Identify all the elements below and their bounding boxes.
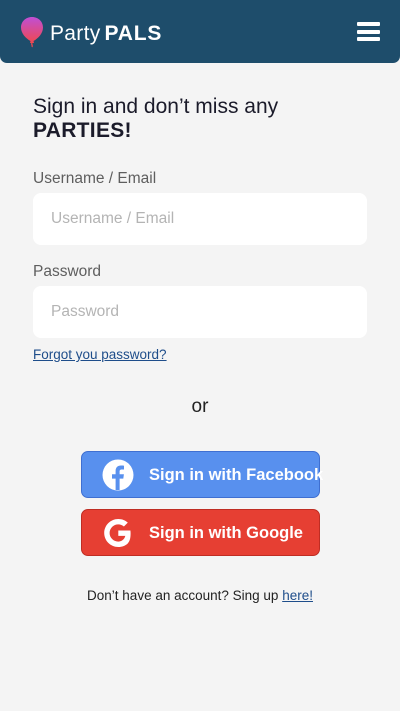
brand-name-bold: PALS [104,22,163,45]
username-input[interactable] [33,193,367,245]
headline-line1: Sign in and don’t miss any [33,95,279,118]
app-header: Party PALS [0,0,400,63]
signup-prompt: Don’t have an account? Sing up here! [0,587,400,604]
forgot-password-link[interactable]: Forgot you password? [33,347,167,363]
brand-name-light: Party [50,22,101,45]
facebook-signin-label: Sign in with Facebook [149,466,324,484]
password-label: Password [33,263,102,280]
balloon-icon [21,17,43,48]
password-input[interactable] [33,286,367,338]
headline-line2: PARTIES! [33,119,132,142]
facebook-icon [102,459,134,491]
username-label: Username / Email [33,170,157,187]
or-divider: or [191,396,209,417]
brand-name: Party PALS [50,21,162,47]
google-signin-label: Sign in with Google [149,524,303,542]
hamburger-menu-icon[interactable] [357,22,380,41]
google-icon [104,519,131,547]
facebook-signin-button[interactable]: Sign in with Facebook [81,451,324,498]
signup-link[interactable]: here! [282,588,313,603]
page-headline: Sign in and don’t miss any PARTIES! [33,95,373,143]
google-signin-button[interactable]: Sign in with Google [81,509,320,556]
signup-prompt-text: Don’t have an account? Sing up [87,588,279,603]
